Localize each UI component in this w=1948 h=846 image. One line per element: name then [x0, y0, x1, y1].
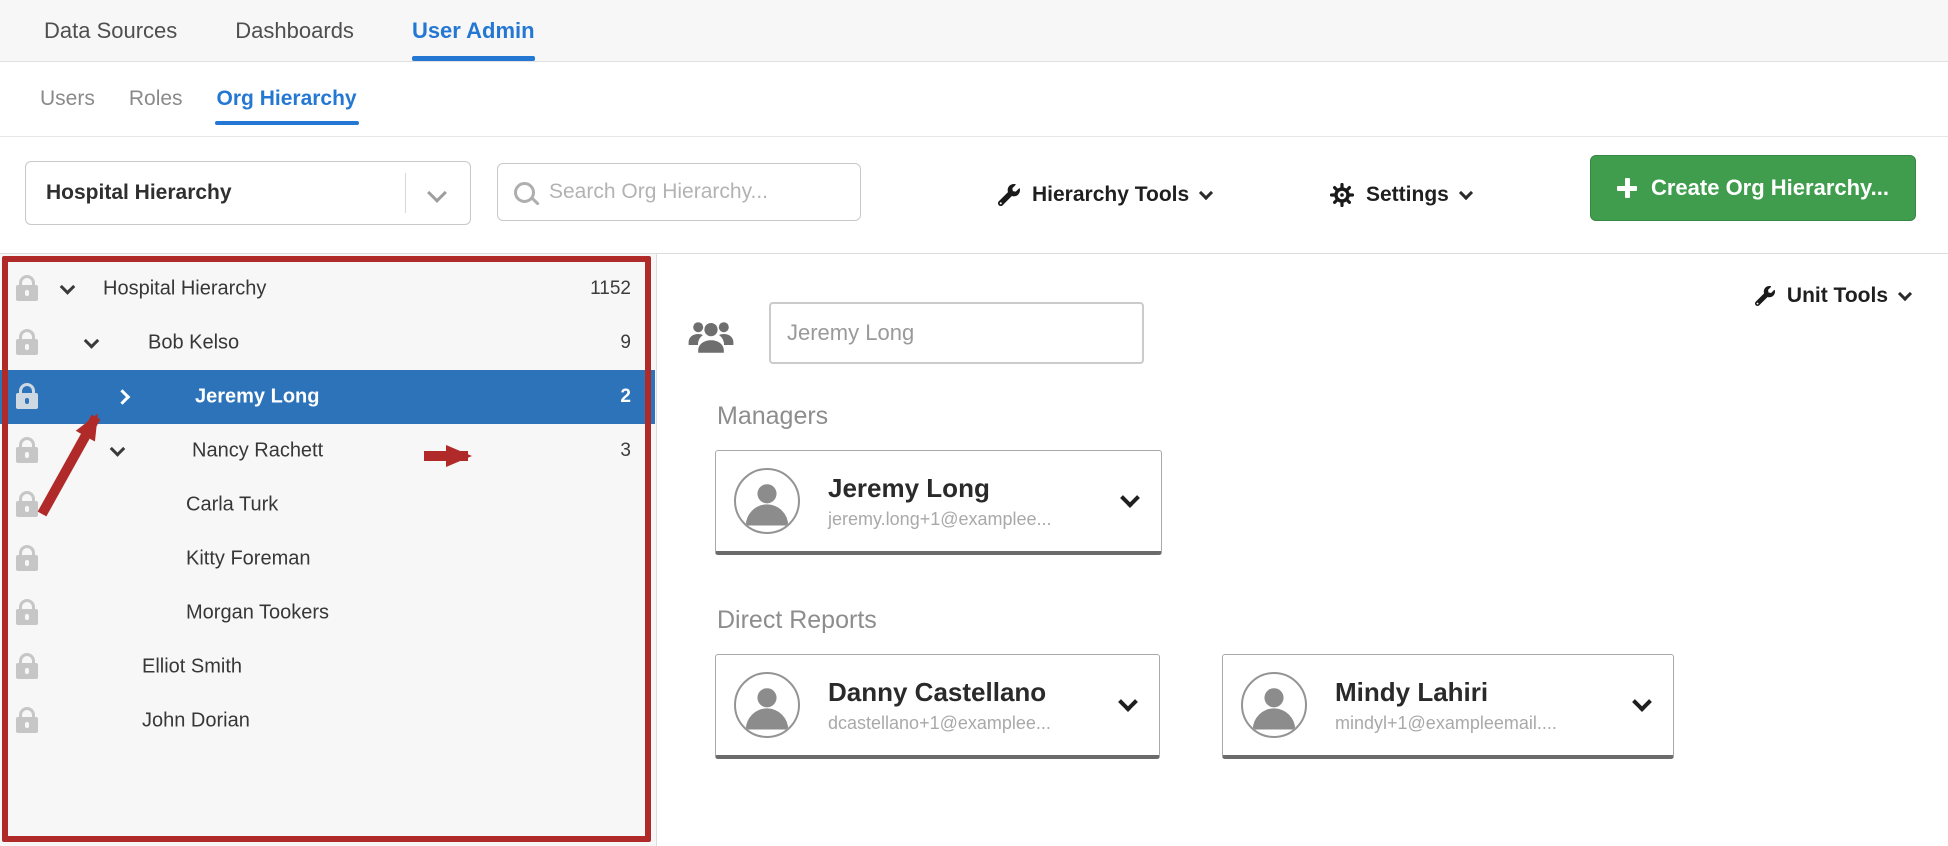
create-org-hierarchy-label: Create Org Hierarchy... — [1651, 175, 1889, 201]
person-info: Jeremy Long jeremy.long+1@examplee... — [828, 473, 1109, 530]
tree-node-label[interactable]: Kitty Foreman — [186, 548, 310, 571]
hierarchy-tools-label: Hierarchy Tools — [1032, 183, 1189, 207]
tree-node-label[interactable]: Nancy Rachett — [192, 440, 323, 463]
unit-tools-menu[interactable]: Unit Tools — [1755, 284, 1910, 308]
chevron-down-icon — [1898, 287, 1912, 301]
hierarchy-select-value: Hospital Hierarchy — [26, 181, 405, 205]
tab-user-admin[interactable]: User Admin — [412, 0, 535, 61]
plus-icon — [1617, 178, 1637, 198]
tree-node-count: 9 — [620, 332, 631, 354]
tab-org-hierarchy[interactable]: Org Hierarchy — [215, 62, 359, 136]
avatar — [734, 672, 800, 738]
tab-users[interactable]: Users — [38, 62, 97, 136]
wrench-icon — [1755, 286, 1775, 306]
tree-node-count: 1152 — [590, 278, 631, 300]
tree-row-jeremy-long-selected[interactable]: Jeremy Long 2 — [0, 370, 655, 424]
chevron-right-icon[interactable] — [115, 389, 131, 405]
wrench-icon — [998, 184, 1020, 206]
lock-icon — [16, 501, 38, 517]
lock-icon — [16, 393, 38, 409]
top-nav: Data Sources Dashboards User Admin — [0, 0, 1948, 62]
hierarchy-select[interactable]: Hospital Hierarchy — [25, 161, 471, 225]
report-card-mindy-lahiri[interactable]: Mindy Lahiri mindyl+1@exampleemail.... — [1222, 654, 1674, 759]
avatar — [734, 468, 800, 534]
person-info: Mindy Lahiri mindyl+1@exampleemail.... — [1335, 677, 1621, 734]
tab-roles[interactable]: Roles — [127, 62, 185, 136]
tree-node-label[interactable]: Hospital Hierarchy — [103, 278, 266, 301]
report-card-danny-castellano[interactable]: Danny Castellano dcastellano+1@examplee.… — [715, 654, 1160, 759]
search-input[interactable] — [547, 179, 860, 205]
org-unit-group-icon — [687, 312, 735, 360]
person-info: Danny Castellano dcastellano+1@examplee.… — [828, 677, 1107, 734]
chevron-down-icon[interactable] — [84, 333, 100, 349]
person-name: Mindy Lahiri — [1335, 677, 1621, 708]
unit-tools-label: Unit Tools — [1787, 284, 1888, 308]
managers-section-title: Managers — [717, 402, 828, 431]
tab-data-sources[interactable]: Data Sources — [44, 0, 177, 61]
tree-row-hospital-hierarchy[interactable]: Hospital Hierarchy 1152 — [0, 262, 655, 316]
unit-detail-panel: Unit Tools Managers Jeremy Long jeremy.l… — [657, 254, 1948, 846]
unit-name-input[interactable] — [769, 302, 1144, 364]
lock-icon — [16, 663, 38, 679]
lock-icon — [16, 447, 38, 463]
managers-card-row: Jeremy Long jeremy.long+1@examplee... — [715, 450, 1162, 555]
tree-node-count: 3 — [620, 440, 631, 462]
person-email: dcastellano+1@examplee... — [828, 713, 1107, 734]
tree-row-carla-turk[interactable]: Carla Turk — [0, 478, 655, 532]
tree-row-kitty-foreman[interactable]: Kitty Foreman — [0, 532, 655, 586]
direct-reports-card-row: Danny Castellano dcastellano+1@examplee.… — [715, 654, 1674, 759]
sub-nav: Users Roles Org Hierarchy — [0, 62, 1948, 137]
manager-card-jeremy-long[interactable]: Jeremy Long jeremy.long+1@examplee... — [715, 450, 1162, 555]
settings-label: Settings — [1366, 183, 1449, 207]
person-name: Danny Castellano — [828, 677, 1107, 708]
avatar — [1241, 672, 1307, 738]
content-area: Hospital Hierarchy 1152 Bob Kelso 9 Jere… — [0, 253, 1948, 846]
org-hierarchy-tree-panel: Hospital Hierarchy 1152 Bob Kelso 9 Jere… — [0, 254, 657, 846]
direct-reports-section-title: Direct Reports — [717, 606, 877, 635]
person-email: jeremy.long+1@examplee... — [828, 509, 1109, 530]
chevron-down-icon — [1459, 186, 1473, 200]
tree-row-bob-kelso[interactable]: Bob Kelso 9 — [0, 316, 655, 370]
tree-node-count: 2 — [620, 386, 631, 408]
org-hierarchy-toolbar: Hospital Hierarchy Hierarchy Tools — [0, 137, 1948, 253]
person-name: Jeremy Long — [828, 473, 1109, 504]
tree-node-label[interactable]: John Dorian — [142, 710, 250, 733]
tree-node-label[interactable]: Jeremy Long — [195, 386, 319, 409]
chevron-down-icon — [427, 183, 447, 203]
lock-icon — [16, 339, 38, 355]
divider — [405, 173, 406, 213]
lock-icon — [16, 285, 38, 301]
tree-row-john-dorian[interactable]: John Dorian — [0, 694, 655, 748]
chevron-down-icon[interactable] — [1118, 692, 1138, 712]
tree-node-label[interactable]: Morgan Tookers — [186, 602, 329, 625]
settings-menu[interactable]: Settings — [1330, 137, 1471, 253]
search-icon — [514, 182, 535, 203]
tree-row-morgan-tookers[interactable]: Morgan Tookers — [0, 586, 655, 640]
chevron-down-icon — [1199, 186, 1213, 200]
person-email: mindyl+1@exampleemail.... — [1335, 713, 1621, 734]
hierarchy-tools-menu[interactable]: Hierarchy Tools — [998, 137, 1211, 253]
lock-icon — [16, 609, 38, 625]
tree-node-label[interactable]: Bob Kelso — [148, 332, 239, 355]
tree-row-elliot-smith[interactable]: Elliot Smith — [0, 640, 655, 694]
chevron-down-icon[interactable] — [1120, 488, 1140, 508]
chevron-down-icon[interactable] — [1632, 692, 1652, 712]
tree-rows: Hospital Hierarchy 1152 Bob Kelso 9 Jere… — [0, 262, 655, 748]
tree-row-nancy-rachett[interactable]: Nancy Rachett 3 — [0, 424, 655, 478]
create-org-hierarchy-button[interactable]: Create Org Hierarchy... — [1590, 155, 1916, 221]
search-box — [497, 163, 861, 221]
tree-node-label[interactable]: Elliot Smith — [142, 656, 242, 679]
chevron-down-icon[interactable] — [60, 279, 76, 295]
chevron-down-icon[interactable] — [110, 441, 126, 457]
tab-dashboards[interactable]: Dashboards — [235, 0, 354, 61]
gear-icon — [1330, 183, 1354, 207]
org-hierarchy-admin-page: Data Sources Dashboards User Admin Users… — [0, 0, 1948, 846]
tree-node-label[interactable]: Carla Turk — [186, 494, 278, 517]
lock-icon — [16, 555, 38, 571]
lock-icon — [16, 717, 38, 733]
